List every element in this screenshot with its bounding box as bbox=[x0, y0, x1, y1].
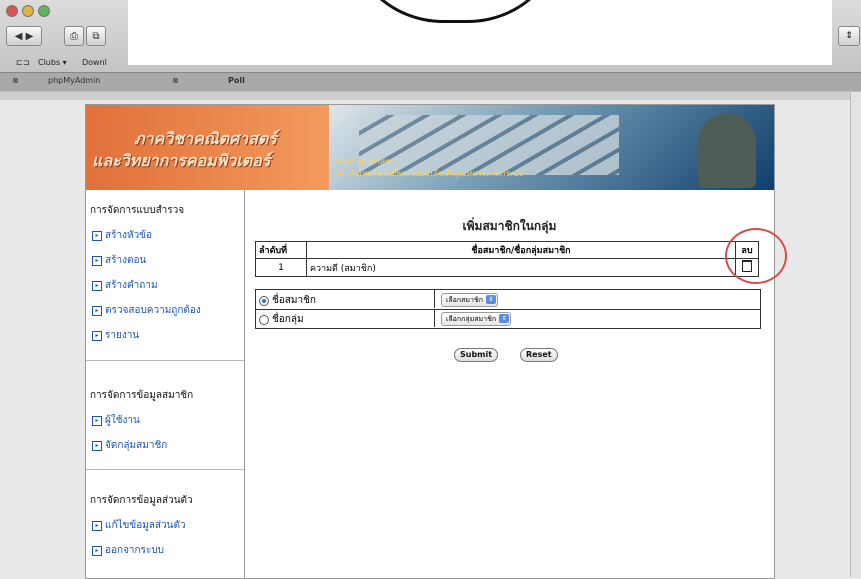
print-icon[interactable]: ⎙ bbox=[64, 26, 84, 46]
arrow-bullet-icon: ▸ bbox=[92, 520, 102, 531]
reset-button[interactable]: Reset bbox=[520, 348, 558, 362]
member-radio-label[interactable]: ชื่อสมาชิก bbox=[259, 293, 316, 308]
member-option-row: ชื่อสมาชิก เลือกสมาชิก ⇕ bbox=[256, 290, 760, 310]
sidebar-item-users[interactable]: ▸ ผู้ใช้งาน bbox=[92, 413, 140, 428]
arrow-bullet-icon: ▸ bbox=[92, 230, 102, 241]
arrow-bullet-icon: ▸ bbox=[92, 280, 102, 291]
banner-subtitle-2: สถาบันเทคโนโลยีพระจอมเกล้าเจ้าคุณทหารลาด… bbox=[334, 169, 523, 178]
content-top-stripe bbox=[0, 92, 861, 100]
screenshot-icon[interactable]: ⧉ bbox=[86, 26, 106, 46]
sidebar-item-create-question[interactable]: ▸ สร้างคำถาม bbox=[92, 278, 158, 293]
browser-chrome: ◀ ▶ ⎙ ⧉ ⇕ ⊏⊐ Clubs ▾ Downl ⊗ phpMyAdmin … bbox=[0, 0, 861, 92]
submit-button[interactable]: Submit bbox=[454, 348, 499, 362]
sidebar: การจัดการแบบสำรวจ ▸ สร้างหัวข้อ ▸ สร้างตอน… bbox=[86, 190, 245, 578]
sidebar-item-member-groups[interactable]: ▸ จัดกลุ่มสมาชิก bbox=[92, 438, 167, 453]
sidebar-item-create-section[interactable]: ▸ สร้างตอน bbox=[92, 253, 146, 268]
sidebar-section-title: การจัดการข้อมูลสมาชิก bbox=[90, 390, 194, 401]
bookmark-clubs[interactable]: Clubs ▾ bbox=[38, 58, 67, 67]
arrow-bullet-icon: ▸ bbox=[92, 440, 102, 451]
minimize-window-button[interactable] bbox=[22, 5, 34, 17]
group-select[interactable]: เลือกกลุ่มสมาชิก ⇕ bbox=[441, 312, 512, 326]
tab-close-icon[interactable]: ⊗ bbox=[172, 76, 179, 85]
group-option-row: ชื่อกลุ่ม เลือกกลุ่มสมาชิก ⇕ bbox=[256, 309, 760, 328]
column-header-name: ชื่อสมาชิก/ชื่อกลุ่มสมาชิก bbox=[306, 241, 736, 259]
main-content: เพิ่มสมาชิกในกลุ่ม ลำดับที่ ชื่อสมาชิก/ช… bbox=[245, 190, 787, 578]
add-member-form: ชื่อสมาชิก เลือกสมาชิก ⇕ ชื่อกลุ่ม เลือกก… bbox=[255, 289, 761, 329]
row-number: 1 bbox=[255, 258, 307, 277]
arrow-bullet-icon: ▸ bbox=[92, 545, 102, 556]
page-title: เพิ่มสมาชิกในกลุ่ม bbox=[462, 219, 557, 233]
sidebar-item-edit-profile[interactable]: ▸ แก้ไขข้อมูลส่วนตัว bbox=[92, 518, 186, 533]
tab-poll[interactable]: Poll bbox=[228, 76, 245, 85]
arrow-bullet-icon: ▸ bbox=[92, 305, 102, 316]
sidebar-item-validate[interactable]: ▸ ตรวจสอบความถูกต้อง bbox=[92, 303, 201, 318]
arrow-bullet-icon: ▸ bbox=[92, 255, 102, 266]
annotation-circle bbox=[725, 228, 787, 284]
member-select[interactable]: เลือกสมาชิก ⇕ bbox=[441, 293, 498, 307]
group-select-cell: เลือกกลุ่มสมาชิก ⇕ bbox=[434, 309, 761, 327]
group-radio[interactable] bbox=[259, 314, 269, 325]
bookmarks-book-icon[interactable]: ⊏⊐ bbox=[16, 58, 29, 67]
close-window-button[interactable] bbox=[6, 5, 18, 17]
dropdown-arrow-icon: ⇕ bbox=[485, 295, 496, 304]
dropdown-arrow-icon: ⇕ bbox=[499, 314, 510, 323]
sidebar-divider bbox=[86, 360, 244, 361]
sidebar-item-report[interactable]: ▸ รายงาน bbox=[92, 328, 139, 343]
bookmarks-bar: ⊏⊐ Clubs ▾ Downl bbox=[0, 56, 861, 69]
back-forward-buttons[interactable]: ◀ ▶ bbox=[6, 26, 42, 46]
tab-phpmyadmin[interactable]: phpMyAdmin bbox=[48, 76, 100, 85]
sidebar-item-logout[interactable]: ▸ ออกจากระบบ bbox=[92, 543, 164, 558]
table-header-row: ลำดับที่ ชื่อสมาชิก/ชื่อกลุ่มสมาชิก ลบ bbox=[255, 241, 759, 259]
banner-image: คณะวิทยาศาสตร์ สถาบันเทคโนโลยีพระจอมเกล้… bbox=[329, 105, 774, 190]
banner-title-area: ภาควิชาคณิตศาสตร์ และวิทยาการคอมพิวเตอร์ bbox=[86, 105, 329, 190]
group-radio-label[interactable]: ชื่อกลุ่ม bbox=[259, 312, 304, 327]
window-controls bbox=[6, 5, 50, 17]
zoom-window-button[interactable] bbox=[38, 5, 50, 17]
sidebar-section-title: การจัดการแบบสำรวจ bbox=[90, 205, 185, 216]
keyboard-image bbox=[359, 115, 619, 175]
tab-close-icon[interactable]: ⊗ bbox=[12, 76, 19, 85]
sidebar-section-title: การจัดการข้อมูลส่วนตัว bbox=[90, 495, 193, 506]
vertical-scrollbar[interactable] bbox=[850, 92, 861, 577]
site-banner: ภาควิชาคณิตศาสตร์ และวิทยาการคอมพิวเตอร์… bbox=[86, 105, 774, 190]
table-row: 1 ความดี (สมาชิก) bbox=[255, 258, 759, 277]
banner-title-line2: และวิทยาการคอมพิวเตอร์ bbox=[92, 151, 271, 170]
toolbar-menu-button[interactable]: ⇕ bbox=[838, 26, 860, 46]
member-radio[interactable] bbox=[259, 295, 269, 306]
sidebar-item-create-topic[interactable]: ▸ สร้างหัวข้อ bbox=[92, 228, 152, 243]
tab-bar: ⊗ phpMyAdmin ⊗ Poll bbox=[0, 72, 861, 91]
arrow-bullet-icon: ▸ bbox=[92, 415, 102, 426]
member-select-cell: เลือกสมาชิก ⇕ bbox=[434, 290, 761, 308]
bookmark-downloads[interactable]: Downl bbox=[82, 58, 107, 67]
arrow-bullet-icon: ▸ bbox=[92, 330, 102, 341]
web-page: ภาควิชาคณิตศาสตร์ และวิทยาการคอมพิวเตอร์… bbox=[85, 104, 787, 579]
statue-image bbox=[698, 113, 756, 188]
sidebar-divider bbox=[86, 469, 244, 470]
column-header-no: ลำดับที่ bbox=[255, 241, 307, 259]
members-table: ลำดับที่ ชื่อสมาชิก/ชื่อกลุ่มสมาชิก ลบ 1… bbox=[255, 241, 759, 277]
row-member-name: ความดี (สมาชิก) bbox=[306, 258, 736, 277]
